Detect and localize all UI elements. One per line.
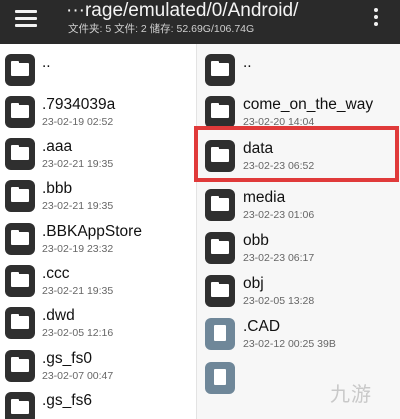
list-item[interactable]: obj 23-02-05 13:28 bbox=[197, 271, 400, 313]
file-icon bbox=[205, 362, 235, 394]
item-name: .aaa bbox=[42, 138, 73, 155]
item-date: 23-02-07 00:47 bbox=[42, 370, 114, 382]
more-options-icon[interactable] bbox=[368, 6, 384, 28]
item-date: 23-02-05 12:16 bbox=[42, 327, 114, 339]
list-item[interactable]: .dwd 23-02-05 12:16 bbox=[0, 303, 196, 345]
item-name: .gs_fs6 bbox=[42, 392, 92, 409]
list-item[interactable]: .gs_fs0 23-02-07 00:47 bbox=[0, 346, 196, 388]
folder-icon bbox=[205, 54, 235, 86]
item-date: 23-02-20 14:04 bbox=[243, 116, 315, 128]
folder-icon bbox=[205, 189, 235, 221]
watermark-text: 九游 bbox=[330, 384, 372, 406]
folder-icon bbox=[205, 96, 235, 128]
item-date: 23-02-19 02:52 bbox=[42, 116, 114, 128]
list-item[interactable]: .gs_fs6 bbox=[0, 388, 196, 419]
item-name: .ccc bbox=[42, 265, 70, 282]
item-name: obb bbox=[243, 232, 269, 249]
item-name: come_on_the_way bbox=[243, 96, 374, 113]
folder-icon bbox=[5, 138, 35, 170]
storage-stats: 文件夹: 5 文件: 2 储存: 52.69G/106.74G bbox=[68, 23, 255, 35]
folder-icon bbox=[5, 223, 35, 255]
item-date: 23-02-23 01:06 bbox=[243, 209, 315, 221]
item-date: 23-02-05 13:28 bbox=[243, 295, 315, 307]
folder-icon bbox=[5, 265, 35, 297]
menu-icon[interactable] bbox=[12, 8, 42, 30]
list-item[interactable]: .CAD 23-02-12 00:25 39B bbox=[197, 314, 400, 356]
item-name: .gs_fs0 bbox=[42, 350, 92, 367]
item-date: 23-02-23 06:17 bbox=[243, 252, 315, 264]
right-file-pane[interactable]: .. come_on_the_way 23-02-20 14:04 data 2… bbox=[197, 44, 400, 419]
folder-icon bbox=[5, 54, 35, 86]
item-date: 23-02-21 19:35 bbox=[42, 158, 114, 170]
list-item[interactable]: .aaa 23-02-21 19:35 bbox=[0, 134, 196, 176]
list-item-data[interactable]: data 23-02-23 06:52 bbox=[197, 136, 400, 178]
list-item[interactable]: .7934039a 23-02-19 02:52 bbox=[0, 92, 196, 134]
left-file-pane[interactable]: .. .7934039a 23-02-19 02:52 .aaa 23-02-2… bbox=[0, 44, 197, 419]
list-item[interactable]: .ccc 23-02-21 19:35 bbox=[0, 261, 196, 303]
folder-icon bbox=[5, 307, 35, 339]
folder-icon bbox=[5, 392, 35, 419]
folder-icon bbox=[5, 180, 35, 212]
item-date: 23-02-23 06:52 bbox=[243, 160, 315, 172]
folder-icon bbox=[205, 275, 235, 307]
item-name: .. bbox=[243, 54, 252, 71]
list-item-parent[interactable]: .. bbox=[0, 50, 196, 92]
item-date-size: 23-02-12 00:25 39B bbox=[243, 338, 336, 350]
item-name: .7934039a bbox=[42, 96, 116, 113]
item-name: .CAD bbox=[243, 318, 281, 335]
item-name: media bbox=[243, 189, 286, 206]
folder-icon bbox=[5, 96, 35, 128]
folder-icon bbox=[205, 232, 235, 264]
list-item[interactable]: come_on_the_way 23-02-20 14:04 bbox=[197, 92, 400, 134]
item-date: 23-02-21 19:35 bbox=[42, 285, 114, 297]
file-icon bbox=[205, 318, 235, 350]
list-item[interactable]: media 23-02-23 01:06 bbox=[197, 185, 400, 227]
folder-icon bbox=[205, 140, 235, 172]
current-path: ···rage/emulated/0/Android/ bbox=[66, 0, 299, 21]
item-name: .bbb bbox=[42, 180, 73, 197]
item-name: obj bbox=[243, 275, 264, 292]
item-date: 23-02-19 23:32 bbox=[42, 243, 114, 255]
item-date: 23-02-21 19:35 bbox=[42, 200, 114, 212]
list-item[interactable]: obb 23-02-23 06:17 bbox=[197, 228, 400, 270]
item-name: .. bbox=[42, 54, 51, 71]
list-item[interactable]: .BBKAppStore 23-02-19 23:32 bbox=[0, 219, 196, 261]
list-item[interactable]: .bbb 23-02-21 19:35 bbox=[0, 176, 196, 218]
list-item-parent[interactable]: .. bbox=[197, 50, 400, 92]
item-name: .dwd bbox=[42, 307, 75, 324]
app-toolbar: ···rage/emulated/0/Android/ 文件夹: 5 文件: 2… bbox=[0, 0, 400, 44]
folder-icon bbox=[5, 350, 35, 382]
item-name: data bbox=[243, 140, 274, 157]
item-name: .BBKAppStore bbox=[42, 223, 142, 240]
